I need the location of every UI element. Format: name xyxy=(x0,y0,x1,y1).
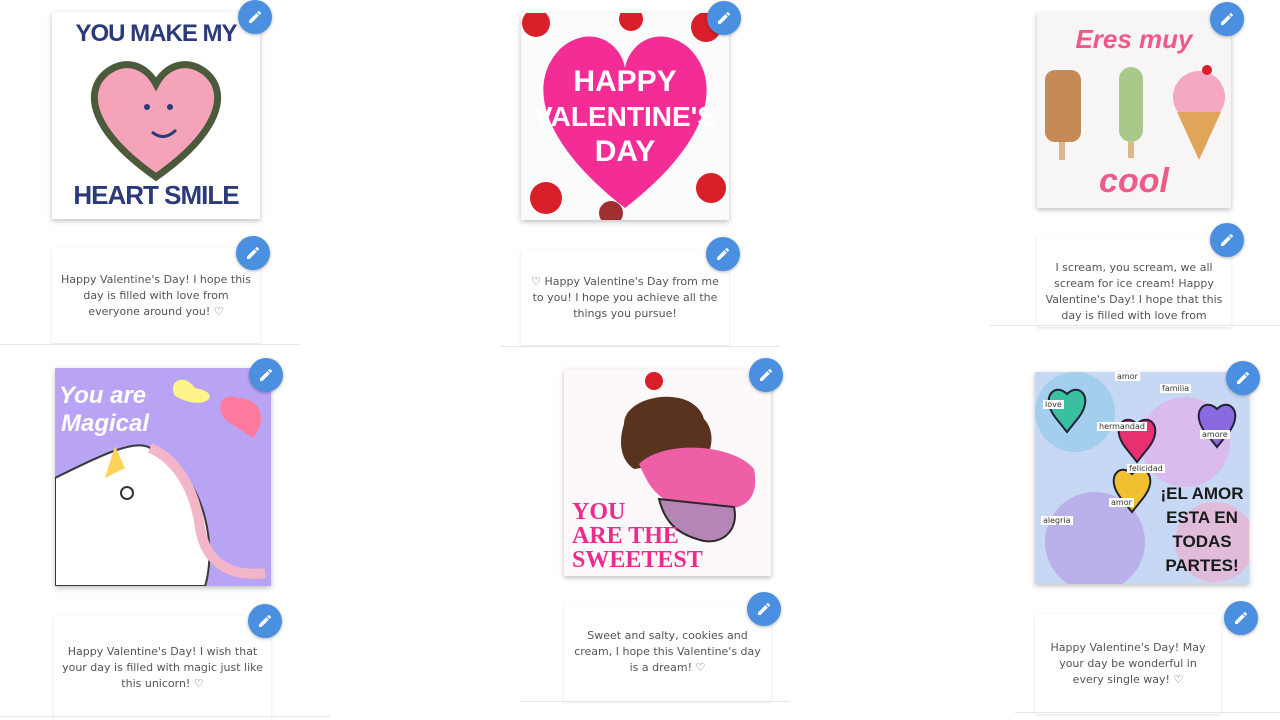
pencil-icon xyxy=(1237,371,1250,384)
message-text: Happy Valentine's Day! May your day be w… xyxy=(1050,641,1206,686)
edit-image-button[interactable] xyxy=(249,358,283,392)
pencil-icon xyxy=(247,246,260,259)
edit-image-button[interactable] xyxy=(238,0,272,34)
card-art-text: DAY xyxy=(594,135,656,168)
word-label: felicidad xyxy=(1127,464,1165,473)
card-image-happy-valentines[interactable]: HAPPY VALENTINE'S DAY xyxy=(521,13,729,220)
card-art-text: cool xyxy=(1099,162,1169,200)
message-text: Happy Valentine's Day! I wish that your … xyxy=(62,645,263,690)
message-card[interactable]: Happy Valentine's Day! May your day be w… xyxy=(1035,614,1221,714)
card-art-text: TODAS xyxy=(1172,532,1232,551)
message-text: Sweet and salty, cookies and cream, I ho… xyxy=(574,629,761,674)
message-card[interactable]: I scream, you scream, we all scream for … xyxy=(1037,235,1231,327)
pencil-icon xyxy=(1221,233,1234,246)
card-art-text: You are xyxy=(59,382,147,409)
section-divider xyxy=(0,716,330,717)
message-card[interactable]: Happy Valentine's Day! I hope this day i… xyxy=(52,248,260,343)
card-image-el-amor[interactable]: amor familia love hermandad amore felici… xyxy=(1035,372,1249,584)
message-text: Happy Valentine's Day! I hope this day i… xyxy=(61,272,251,318)
section-divider xyxy=(500,346,780,347)
edit-message-button[interactable] xyxy=(236,236,270,270)
card-art-text: HEART SMILE xyxy=(73,180,239,210)
watercolor-hearts-illustration xyxy=(1035,372,1249,584)
pencil-icon xyxy=(758,602,771,615)
message-text: I scream, you scream, we all scream for … xyxy=(1045,261,1223,322)
pencil-icon xyxy=(718,11,731,24)
card-art-text: YOU xyxy=(572,499,626,525)
pencil-icon xyxy=(1221,12,1234,25)
card-art-text: VALENTINE'S xyxy=(534,101,716,132)
word-label: love xyxy=(1043,400,1064,409)
edit-message-button[interactable] xyxy=(1210,223,1244,257)
pencil-icon xyxy=(717,247,730,260)
card-art-text: ESTA EN xyxy=(1166,508,1238,527)
message-card[interactable]: Sweet and salty, cookies and cream, I ho… xyxy=(564,603,771,701)
pencil-icon xyxy=(760,368,773,381)
edit-message-button[interactable] xyxy=(706,237,740,271)
card-art-text: PARTES! xyxy=(1165,556,1239,575)
edit-message-button[interactable] xyxy=(1224,601,1258,635)
section-divider xyxy=(990,325,1280,326)
section-divider xyxy=(1015,712,1280,713)
card-image-heart-smile[interactable]: YOU MAKE MY HEART SMILE xyxy=(52,12,260,219)
word-label: alegria xyxy=(1041,516,1073,525)
section-divider xyxy=(520,701,790,702)
card-image-eres-muy-cool[interactable]: Eres muy cool xyxy=(1037,12,1231,208)
word-label: amore xyxy=(1200,430,1230,439)
card-image-you-are-the-sweetest[interactable]: YOU ARE THE SWEETEST xyxy=(564,369,771,576)
section-divider xyxy=(0,344,300,345)
message-text: ♡ Happy Valentine's Day from me to you! … xyxy=(531,274,719,320)
edit-image-button[interactable] xyxy=(749,358,783,392)
message-card[interactable]: ♡ Happy Valentine's Day from me to you! … xyxy=(521,250,729,345)
pencil-icon xyxy=(260,368,273,381)
edit-message-button[interactable] xyxy=(747,592,781,626)
pencil-icon xyxy=(249,10,262,23)
word-label: hermandad xyxy=(1097,422,1147,431)
card-art-text: SWEETEST xyxy=(572,547,703,573)
pencil-icon xyxy=(1235,611,1248,624)
edit-image-button[interactable] xyxy=(1210,2,1244,36)
edit-image-button[interactable] xyxy=(1226,361,1260,395)
card-art-text: ARE THE xyxy=(572,523,679,549)
message-card[interactable]: Happy Valentine's Day! I wish that your … xyxy=(54,616,271,720)
edit-message-button[interactable] xyxy=(248,604,282,638)
card-art-text: Magical xyxy=(61,410,150,437)
word-label: familia xyxy=(1160,384,1192,393)
card-image-you-are-magical[interactable]: You are Magical xyxy=(55,368,271,586)
edit-image-button[interactable] xyxy=(707,1,741,35)
pencil-icon xyxy=(259,614,272,627)
card-art-text: HAPPY xyxy=(573,65,677,98)
card-art-text: ¡EL AMOR xyxy=(1160,484,1244,503)
word-label: amor xyxy=(1115,372,1140,381)
word-label: amor xyxy=(1109,498,1134,507)
